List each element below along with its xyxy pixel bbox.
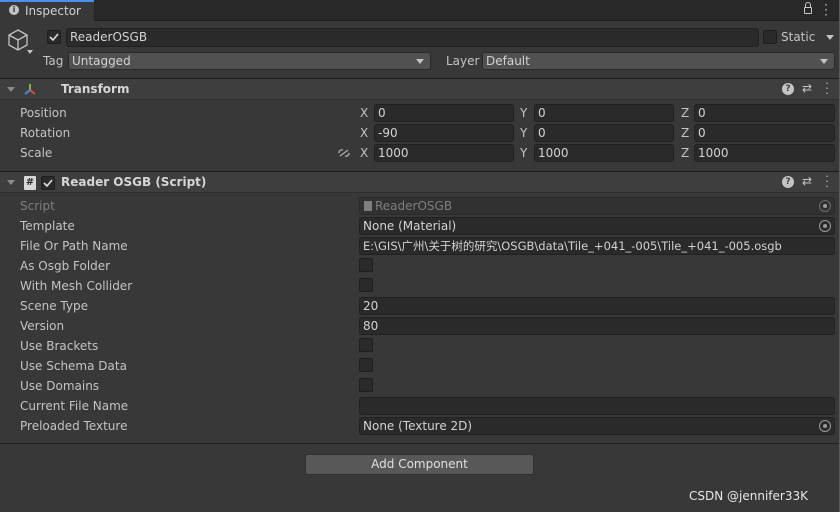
transform-title: Transform — [61, 82, 130, 96]
rotation-z-input[interactable]: 0 — [694, 124, 835, 142]
position-z-input[interactable]: 0 — [694, 104, 835, 122]
script-object-field: ReaderOSGB — [359, 197, 835, 215]
preloaded-texture-value: None (Texture 2D) — [363, 419, 473, 433]
layer-label: Layer — [446, 54, 480, 68]
rotation-x-input[interactable]: -90 — [374, 124, 514, 142]
scale-z-input[interactable]: 1000 — [694, 144, 835, 162]
use-schema-data-checkbox[interactable] — [359, 358, 373, 372]
version-label: Version — [20, 319, 65, 333]
layer-value: Default — [486, 54, 530, 68]
tag-label: Tag — [43, 54, 64, 68]
tab-title: Inspector — [25, 4, 81, 18]
script-value: ReaderOSGB — [375, 199, 453, 213]
rotation-label: Rotation — [20, 126, 71, 140]
scale-x-input[interactable]: 1000 — [374, 144, 514, 162]
script-file-icon: # — [24, 176, 36, 190]
rotation-y-input[interactable]: 0 — [534, 124, 674, 142]
mesh-collider-label: With Mesh Collider — [20, 279, 133, 293]
scale-label: Scale — [20, 146, 53, 160]
layer-dropdown[interactable]: Default — [482, 52, 835, 70]
foldout-arrow-icon[interactable] — [7, 87, 15, 92]
transform-header[interactable]: Transform ? ⇄ · · · — [0, 78, 840, 100]
template-label: Template — [20, 219, 75, 233]
template-value: None (Material) — [363, 219, 457, 233]
preset-icon[interactable]: ⇄ — [801, 82, 813, 94]
scene-type-input[interactable]: 20 — [359, 297, 835, 315]
use-domains-checkbox[interactable] — [359, 378, 373, 392]
static-dropdown-arrow[interactable] — [826, 35, 834, 40]
tab-bar — [0, 0, 840, 21]
position-x-input[interactable]: 0 — [374, 104, 514, 122]
use-schema-data-label: Use Schema Data — [20, 359, 127, 373]
current-file-name-input[interactable] — [359, 397, 835, 415]
gameobject-icon[interactable] — [6, 28, 30, 52]
preloaded-texture-label: Preloaded Texture — [20, 419, 128, 433]
static-checkbox[interactable] — [763, 30, 777, 44]
icon-dropdown-arrow[interactable] — [27, 50, 33, 54]
lock-icon[interactable] — [804, 7, 812, 14]
chevron-down-icon — [416, 59, 424, 64]
divider — [0, 443, 840, 444]
file-path-input[interactable]: E:\GIS\广州\关于树的研究\OSGB\data\Tile_+041_-00… — [359, 237, 835, 255]
version-input[interactable]: 80 — [359, 317, 835, 335]
file-path-label: File Or Path Name — [20, 239, 128, 253]
chevron-down-icon — [820, 59, 828, 64]
info-icon: i — [9, 5, 19, 15]
template-field[interactable]: None (Material) — [359, 217, 835, 235]
lock-shackle-icon — [805, 2, 811, 8]
as-osgb-folder-label: As Osgb Folder — [20, 259, 111, 273]
object-picker-icon[interactable] — [819, 420, 831, 432]
use-brackets-label: Use Brackets — [20, 339, 99, 353]
help-icon[interactable]: ? — [782, 83, 794, 95]
object-picker-icon — [819, 200, 831, 212]
preloaded-texture-field[interactable]: None (Texture 2D) — [359, 417, 835, 435]
script-enabled-checkbox[interactable] — [41, 176, 55, 190]
script-label: Script — [20, 199, 55, 213]
position-x-label[interactable]: X — [360, 106, 368, 120]
script-component-header[interactable]: # Reader OSGB (Script) ? ⇄ · · · — [0, 171, 840, 193]
script-file-icon — [364, 201, 372, 211]
mesh-collider-checkbox[interactable] — [359, 278, 373, 292]
use-brackets-checkbox[interactable] — [359, 338, 373, 352]
add-component-button[interactable]: Add Component — [305, 454, 534, 475]
transform-icon — [23, 82, 37, 96]
rotation-y-label[interactable]: Y — [520, 126, 527, 140]
kebab-menu-icon[interactable]: · · · — [821, 78, 833, 99]
scale-x-label[interactable]: X — [360, 146, 368, 160]
constrain-proportions-icon[interactable] — [337, 147, 351, 159]
tab-inspector[interactable]: i Inspector — [0, 0, 94, 22]
rotation-z-label[interactable]: Z — [681, 126, 689, 140]
position-label: Position — [20, 106, 67, 120]
object-name-input[interactable]: ReaderOSGB — [66, 28, 759, 47]
kebab-menu-icon[interactable]: · · · — [821, 171, 833, 192]
static-label: Static — [781, 30, 816, 44]
preset-icon[interactable]: ⇄ — [801, 175, 813, 187]
position-y-input[interactable]: 0 — [534, 104, 674, 122]
help-icon[interactable]: ? — [782, 176, 794, 188]
scale-y-input[interactable]: 1000 — [534, 144, 674, 162]
watermark: CSDN @jennifer33K — [689, 489, 808, 503]
tag-dropdown[interactable]: Untagged — [68, 52, 431, 70]
active-checkbox[interactable] — [47, 30, 61, 44]
current-file-name-label: Current File Name — [20, 399, 129, 413]
as-osgb-folder-checkbox[interactable] — [359, 258, 373, 272]
scale-z-label[interactable]: Z — [681, 146, 689, 160]
scale-y-label[interactable]: Y — [520, 146, 527, 160]
rotation-x-label[interactable]: X — [360, 126, 368, 140]
scene-type-label: Scene Type — [20, 299, 88, 313]
position-y-label[interactable]: Y — [520, 106, 527, 120]
position-z-label[interactable]: Z — [681, 106, 689, 120]
foldout-arrow-icon[interactable] — [7, 180, 15, 185]
use-domains-label: Use Domains — [20, 379, 100, 393]
kebab-menu-icon[interactable]: · · · — [823, 0, 829, 21]
script-title: Reader OSGB (Script) — [61, 175, 207, 189]
tag-value: Untagged — [72, 54, 131, 68]
object-picker-icon[interactable] — [819, 220, 831, 232]
